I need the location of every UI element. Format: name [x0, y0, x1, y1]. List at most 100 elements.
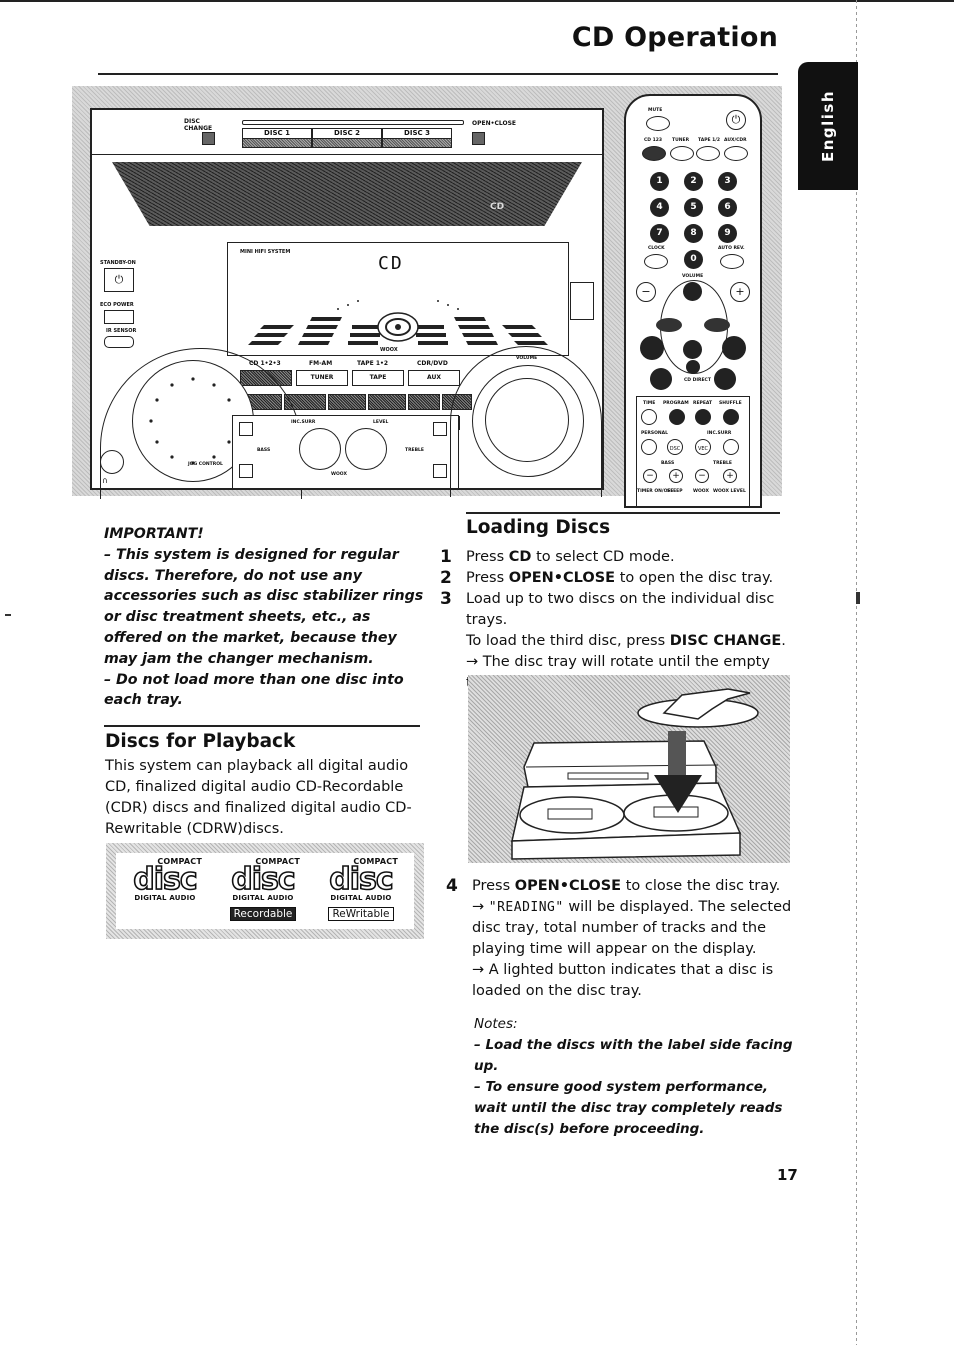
- disc-change-label: DISC CHANGE: [184, 118, 213, 132]
- remote-bass-down: −: [643, 469, 657, 483]
- remote-forward-button: [704, 318, 730, 332]
- source-label-cdr-dvd: CDR/DVD: [417, 360, 448, 367]
- treble-up-button: [433, 422, 447, 436]
- top-border-rule: [0, 0, 954, 2]
- open-close-button: [472, 132, 485, 145]
- tuner-label: TUNER: [672, 138, 690, 143]
- disc-logos-inner: COMPACT disc DIGITAL AUDIO COMPACT disc …: [116, 853, 414, 929]
- tape-source-button: TAPE: [352, 370, 404, 386]
- remote-key-2: 2: [684, 172, 703, 191]
- remote-vec-button: VEC: [695, 439, 711, 455]
- play-pause-button: [368, 394, 406, 410]
- inc-surr-label: INC.SURR: [707, 431, 732, 436]
- inc-surr-label: INC.SURR: [291, 420, 316, 425]
- cd-direct-label: CD DIRECT: [684, 378, 711, 383]
- sleep-label: SLEEP: [667, 489, 683, 494]
- logo-cd-rewritable: COMPACT disc DIGITAL AUDIO ReWritable: [328, 857, 398, 921]
- remote-control-drawing: MUTE ⏻ CD 123 TUNER TAPE 1/2 AUX/CDR 1 2…: [624, 94, 762, 508]
- standby-label: STANDBY-ON: [100, 260, 136, 266]
- level-label: LEVEL: [373, 420, 389, 425]
- step-2: 2 Press OPEN•CLOSE to open the disc tray…: [440, 568, 774, 588]
- woox-level-label: WOOX LEVEL: [713, 489, 746, 494]
- tray-slot-line: [242, 120, 464, 125]
- divider: [92, 154, 602, 155]
- headphone-jack: [100, 450, 124, 474]
- remote-key-9: 9: [718, 224, 737, 243]
- loading-disc-illustration: [468, 675, 790, 863]
- headphone-icon: ∩: [102, 476, 108, 485]
- system-illustration: DISC CHANGE DISC 1 DISC 2 DISC 3 OPEN•CL…: [72, 86, 782, 508]
- rewritable-tag: ReWritable: [328, 907, 394, 921]
- woox-label: WOOX: [693, 489, 709, 494]
- margin-guide-line: [856, 0, 857, 1345]
- volume-label: VOLUME: [682, 274, 704, 279]
- remote-treble-down: −: [695, 469, 709, 483]
- remote-tuner-button: [670, 146, 694, 161]
- treble-down-button: [433, 464, 447, 478]
- margin-mark: [5, 614, 11, 616]
- bass-up-button: [239, 422, 253, 436]
- personal-label: PERSONAL: [641, 431, 669, 436]
- loading-discs-heading: Loading Discs: [466, 517, 611, 538]
- aux-label: AUX/CDR: [724, 138, 747, 143]
- stop-clear-button: [328, 394, 366, 410]
- disc-logos-panel: COMPACT disc DIGITAL AUDIO COMPACT disc …: [106, 843, 424, 939]
- bass-down-button: [239, 464, 253, 478]
- mute-label: MUTE: [648, 108, 663, 113]
- section-divider: [466, 512, 780, 514]
- remote-stop-button: [683, 340, 702, 359]
- remote-next-button: [722, 336, 746, 360]
- lcd-reading-text: "READING": [488, 900, 564, 915]
- remote-time-button: [641, 409, 657, 425]
- language-tab: English: [798, 62, 858, 190]
- step-4: 4 Press OPEN•CLOSE to close the disc tra…: [446, 876, 792, 1002]
- disc-slot-2: DISC 2: [312, 128, 382, 148]
- disc-slot-3: DISC 3: [382, 128, 452, 148]
- jog-control-label: JOG CONTROL: [188, 462, 223, 467]
- treble-label: TREBLE: [405, 448, 424, 453]
- surround-knob: [299, 428, 341, 470]
- main-unit-drawing: DISC CHANGE DISC 1 DISC 2 DISC 3 OPEN•CL…: [90, 108, 604, 499]
- remote-tape-button: [696, 146, 720, 161]
- margin-mark: [856, 592, 860, 604]
- tray-loading-drawing: [511, 688, 759, 860]
- remote-power-button: ⏻: [726, 110, 746, 130]
- tuner-source-button: TUNER: [296, 370, 348, 386]
- note-item-2: – To ensure good system performance, wai…: [474, 1079, 783, 1137]
- page-number: 17: [777, 1166, 798, 1184]
- time-label: TIME: [643, 401, 656, 406]
- tape-label: TAPE 1/2: [698, 138, 721, 143]
- remote-personal-button: [641, 439, 657, 455]
- program-label: PROGRAM: [663, 401, 689, 406]
- prev-button: [408, 394, 440, 410]
- remote-volume-down: −: [636, 282, 656, 302]
- remote-cd-button: [642, 146, 666, 161]
- woox-label: WOOX: [331, 472, 347, 477]
- repeat-label: REPEAT: [693, 401, 713, 406]
- remote-key-1: 1: [650, 172, 669, 191]
- remote-volume-up: +: [730, 282, 750, 302]
- step-4-result-1: → "READING" will be displayed. The selec…: [472, 899, 792, 957]
- remote-shuffle-button: [723, 409, 739, 425]
- volume-label: VOLUME: [516, 356, 538, 361]
- disc-tray-front: [112, 162, 582, 226]
- remote-auto-rev-button: [720, 254, 744, 269]
- important-heading: IMPORTANT!: [104, 526, 204, 542]
- discs-for-playback-heading: Discs for Playback: [105, 731, 296, 752]
- important-bullet-1: – This system is designed for regular di…: [104, 546, 424, 667]
- ir-sensor: [104, 336, 134, 348]
- clock-label: CLOCK: [648, 246, 665, 251]
- display-readout: CD: [378, 253, 404, 274]
- cd-label: CD 123: [644, 138, 662, 143]
- volume-knob-inner: [485, 378, 569, 462]
- remote-key-8: 8: [684, 224, 703, 243]
- remote-bass-up: +: [669, 469, 683, 483]
- remote-program-button: [669, 409, 685, 425]
- loading-steps-list: 1 Press CD to select CD mode. 2 Press OP…: [440, 547, 786, 694]
- remote-clock-button: [644, 254, 668, 269]
- level-knob: [345, 428, 387, 470]
- important-notice: IMPORTANT! – This system is designed for…: [104, 524, 424, 711]
- remote-key-4: 4: [650, 198, 669, 217]
- ir-sensor-label: IR SENSOR: [106, 328, 137, 334]
- recordable-tag: Recordable: [229, 907, 297, 921]
